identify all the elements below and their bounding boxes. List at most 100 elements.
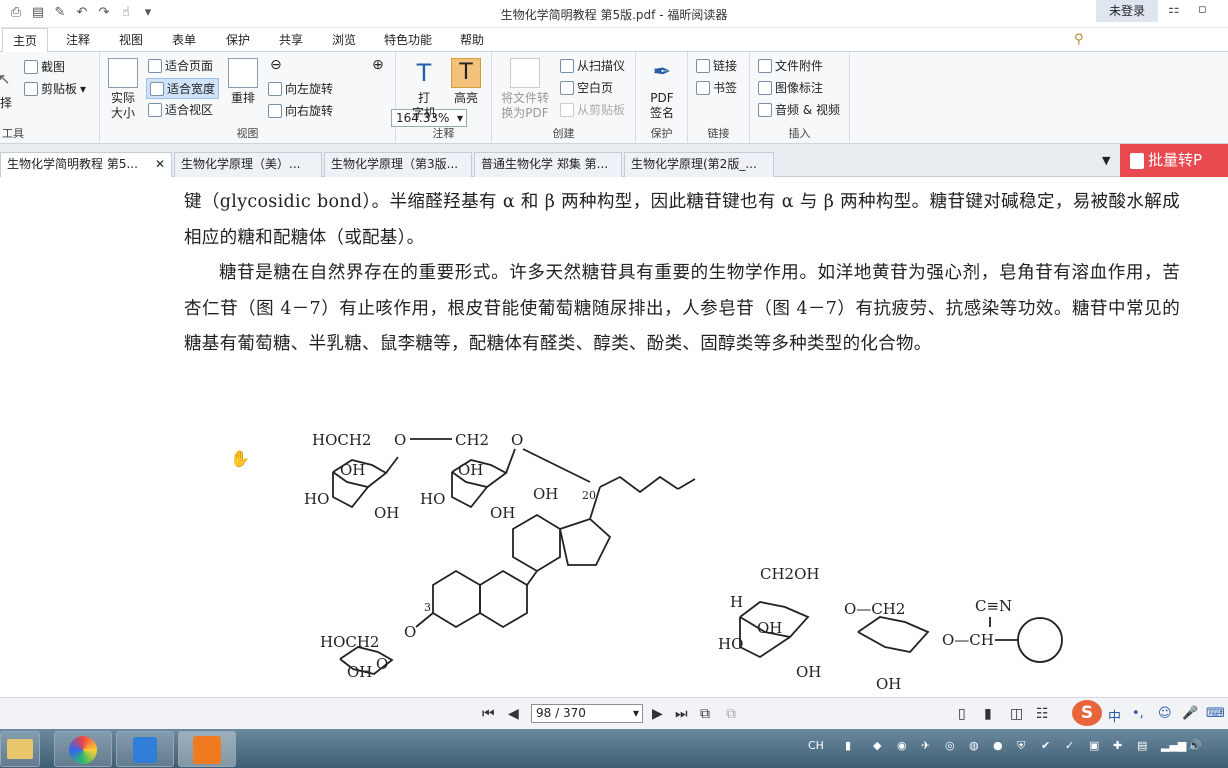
pdf-page[interactable]: 键（glycosidic bond）。半缩醛羟基有 α 和 β 两种构型，因此糖… — [0, 177, 1228, 697]
ime-mode[interactable]: 中 — [1108, 706, 1121, 725]
first-page-icon[interactable]: ⏮ — [482, 706, 495, 722]
prev-page-icon[interactable]: ◀ — [508, 706, 519, 722]
group-tools: ↖ 择 截图 剪贴板 ▾ 工具 — [0, 52, 100, 144]
attachment-button[interactable]: 文件附件 — [758, 57, 823, 74]
convert-to-pdf-button[interactable]: 将文件转 换为PDF — [498, 58, 552, 121]
batch-convert-button[interactable]: 批量转P — [1120, 144, 1228, 177]
doc-tab-5[interactable]: 生物化学原理(第2版_... — [624, 152, 774, 177]
label-oh-8: OH — [796, 663, 821, 681]
group-view: 实际 大小 适合页面 适合宽度 适合视区 重排 ⊖ 164.33% ▾ ⊕ 向左旋… — [100, 52, 467, 144]
highlight-button[interactable]: T 高亮 — [448, 58, 484, 106]
typewriter-button[interactable]: T打 字机 — [406, 58, 442, 121]
chevron-down-icon: ▾ — [632, 706, 639, 720]
shield-icon[interactable]: ⛨ — [1017, 739, 1025, 753]
browser-icon — [69, 736, 97, 764]
page-number-input[interactable]: 98 / 370 ▾ — [531, 704, 643, 723]
pdf-sign-button[interactable]: ✒ PDF 签名 — [644, 58, 680, 121]
next-view-icon[interactable]: ⧉ — [726, 706, 736, 722]
language-indicator[interactable]: CH — [808, 739, 824, 752]
doc-tab-2[interactable]: 生物化学原理（美）... — [174, 152, 322, 177]
convert-icon — [510, 58, 540, 88]
keyboard-icon[interactable]: ⌨ — [1206, 706, 1225, 721]
tray-icon-10[interactable]: ✚ — [1113, 739, 1122, 752]
tray-icon-3[interactable]: ◉ — [897, 739, 907, 752]
close-icon[interactable]: ▫ — [1198, 2, 1207, 17]
rotate-left-button[interactable]: 向左旋转 — [268, 80, 333, 97]
network-icon[interactable]: ▂▄▆ — [1161, 739, 1186, 752]
tab-form[interactable]: 表单 — [162, 28, 206, 52]
tab-features[interactable]: 特色功能 — [374, 28, 442, 52]
browser-button[interactable] — [54, 731, 112, 767]
volume-icon[interactable]: 🔊 — [1188, 739, 1202, 752]
select-text-icon[interactable]: ↖ — [0, 70, 11, 88]
tray-icon-6[interactable]: ◍ — [969, 739, 979, 752]
rotate-right-button[interactable]: 向右旋转 — [268, 102, 333, 119]
layout-icon[interactable]: ⚏ — [1168, 2, 1180, 17]
continuous-page-icon[interactable]: ▮ — [984, 706, 992, 722]
camera-icon — [24, 59, 38, 74]
tray-icon-8[interactable]: ✓ — [1065, 739, 1074, 752]
fit-width-button[interactable]: 适合宽度 — [146, 78, 220, 99]
from-clipboard-button[interactable]: 从剪贴板 — [560, 101, 625, 118]
audio-video-button[interactable]: 音频 & 视频 — [758, 101, 840, 118]
single-page-icon[interactable]: ▯ — [958, 706, 966, 722]
bookmark-button[interactable]: 书签 — [696, 79, 737, 96]
tab-share[interactable]: 共享 — [269, 28, 313, 52]
actual-size-button[interactable]: 实际 大小 — [106, 58, 140, 121]
tray-icon-7[interactable]: ✔ — [1041, 739, 1050, 752]
doc-tab-1[interactable]: 生物化学简明教程 第5... ✕ — [0, 152, 172, 177]
clipboard-button[interactable]: 剪贴板 ▾ — [24, 80, 86, 97]
tray-icon-9[interactable]: ▣ — [1089, 739, 1099, 752]
tab-home[interactable]: 主页 — [2, 28, 49, 53]
zoom-in-icon[interactable]: ⊕ — [372, 57, 384, 73]
tray-icon-2[interactable]: ◆ — [873, 739, 881, 752]
fit-view-button[interactable]: 适合视区 — [148, 101, 213, 118]
tray-icon-1[interactable]: ▮ — [845, 739, 851, 752]
login-button[interactable]: 未登录 — [1096, 0, 1158, 22]
clipboard-icon — [24, 81, 38, 96]
image-mark-button[interactable]: 图像标注 — [758, 79, 823, 96]
zoom-out-icon[interactable]: ⊖ — [270, 57, 282, 73]
screenshot-button[interactable]: 截图 — [24, 58, 65, 75]
find-icon: ⚲ — [1074, 32, 1084, 47]
label-oh-3: OH — [374, 504, 399, 522]
tab-list-arrow-icon[interactable]: ▼ — [1102, 154, 1110, 167]
tray-icon-4[interactable]: ✈ — [921, 739, 930, 752]
fit-page-button[interactable]: 适合页面 — [148, 57, 213, 74]
prev-view-icon[interactable]: ⧉ — [700, 706, 710, 722]
fit-width-icon — [150, 81, 164, 96]
blank-page-button[interactable]: 空白页 — [560, 79, 613, 96]
last-page-icon[interactable]: ⏭ — [675, 706, 688, 722]
fit-view-icon — [148, 102, 162, 117]
sogou-icon[interactable]: S — [1072, 700, 1102, 726]
close-tab-icon[interactable]: ✕ — [155, 153, 165, 175]
tab-help[interactable]: 帮助 — [450, 28, 494, 52]
continuous-facing-icon[interactable]: ☷ — [1036, 706, 1049, 722]
qq-icon[interactable]: ● — [993, 739, 1003, 752]
tray-icon-11[interactable]: ▤ — [1137, 739, 1147, 752]
from-scanner-button[interactable]: 从扫描仪 — [560, 57, 625, 74]
tab-comment[interactable]: 注释 — [56, 28, 100, 52]
emoji-icon[interactable]: ☺ — [1158, 706, 1172, 721]
doc-tab-3[interactable]: 生物化学原理（第3版... — [324, 152, 472, 177]
tab-view[interactable]: 视图 — [109, 28, 153, 52]
label-oh-5: OH — [533, 485, 558, 503]
doc-tab-4[interactable]: 普通生物化学 郑集 第... — [474, 152, 622, 177]
label-ho-3: HO — [718, 635, 743, 653]
ime-punct[interactable]: •, — [1132, 706, 1144, 721]
reflow-button[interactable]: 重排 — [226, 58, 260, 106]
link-button[interactable]: 链接 — [696, 57, 737, 74]
mic-icon[interactable]: 🎤 — [1182, 706, 1198, 721]
next-page-icon[interactable]: ▶ — [652, 706, 663, 722]
explorer-button[interactable] — [0, 731, 40, 767]
tab-browse[interactable]: 浏览 — [322, 28, 366, 52]
tray-icon-5[interactable]: ◎ — [945, 739, 955, 752]
facing-page-icon[interactable]: ◫ — [1010, 706, 1023, 722]
label-ho-2: HO — [420, 490, 445, 508]
chemical-structures: HOCH2 O CH2 O OH OH HO HO OH OH OH 20 3 … — [304, 431, 1063, 693]
group-label-protect: 保护 — [650, 127, 673, 140]
foxit-button[interactable] — [178, 731, 236, 767]
select-button[interactable]: 择 — [0, 94, 12, 111]
app-button[interactable] — [116, 731, 174, 767]
tab-protect[interactable]: 保护 — [216, 28, 260, 52]
